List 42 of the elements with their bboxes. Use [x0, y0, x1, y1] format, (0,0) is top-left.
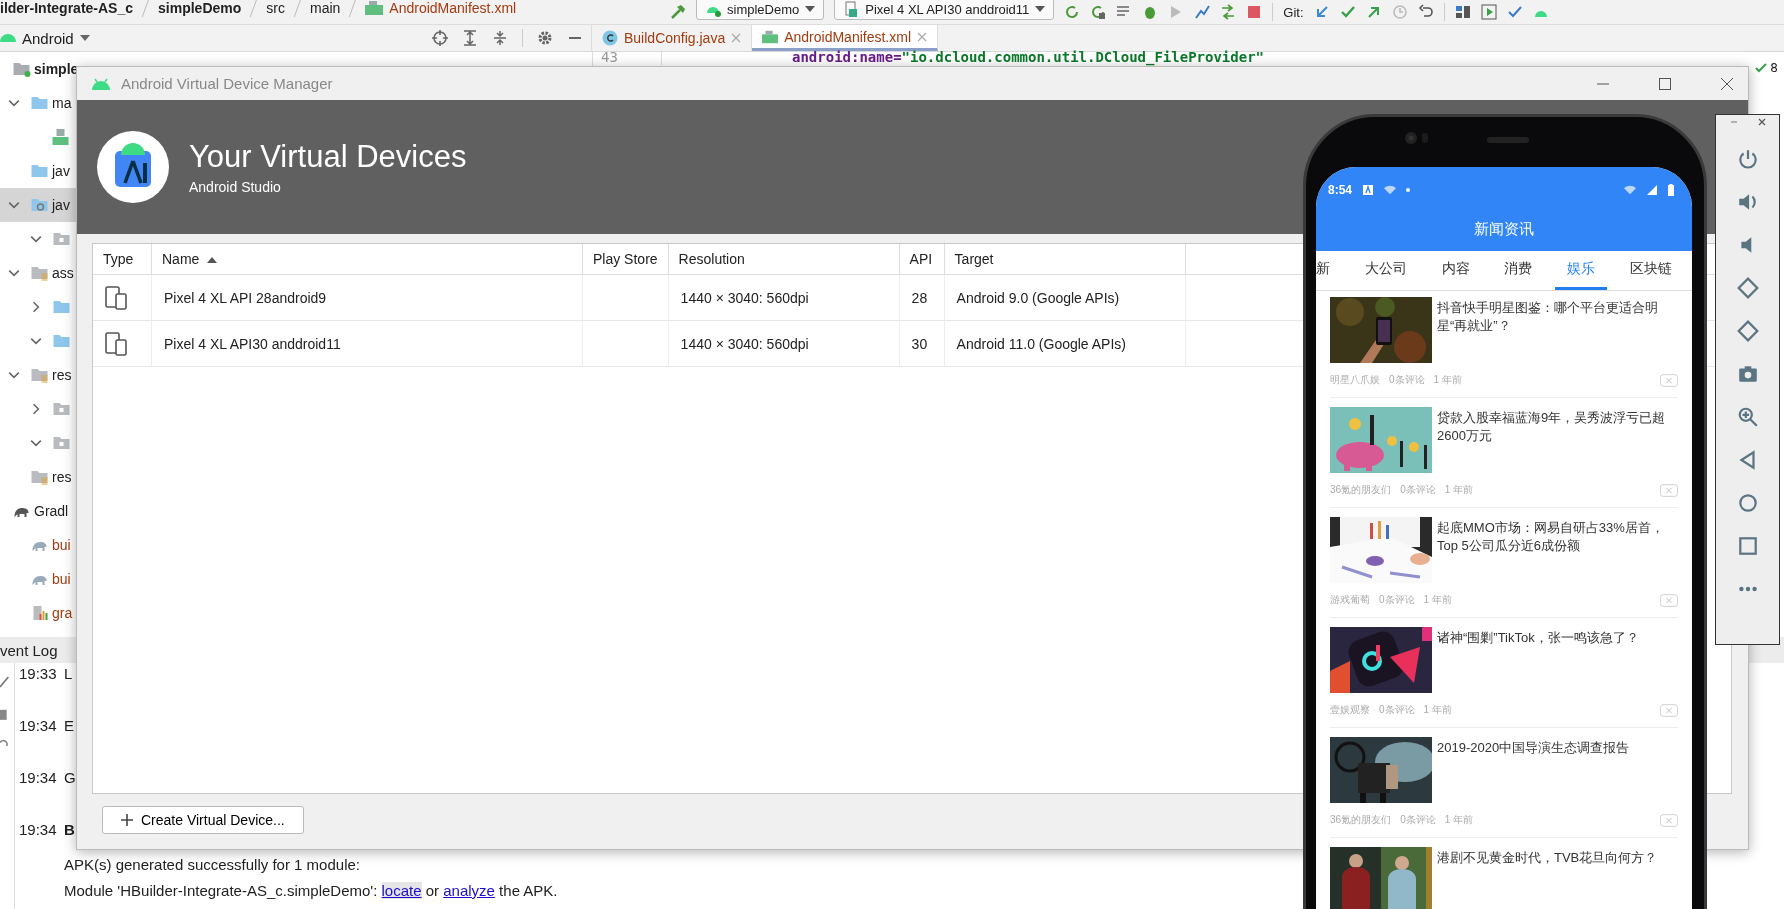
comment-count: 0条评论	[1379, 703, 1415, 717]
page-subheading: Android Studio	[189, 179, 282, 195]
article-source: 36氪的朋友们	[1330, 813, 1392, 827]
page-heading: Your Virtual Devices	[189, 139, 467, 175]
article-time: 1 年前	[1444, 483, 1474, 497]
code-line: android:name="io.dcloud.common.util.DCloud_FileProvider"	[791, 49, 1264, 65]
app-title: 新闻资讯	[1474, 219, 1534, 239]
article-source: 36氪的朋友们	[1330, 483, 1392, 497]
log-title: L	[64, 665, 73, 683]
table-cell: Android 11.0 (Google APIs)	[944, 320, 1186, 367]
comment-count: 0条评论	[1379, 593, 1415, 607]
article-time: 1 年前	[1423, 593, 1452, 607]
line-number: 43	[593, 49, 662, 65]
status-time: 8:54	[1328, 183, 1353, 197]
log-title: E	[64, 717, 74, 735]
log-time: 19:34	[19, 821, 58, 839]
article-source: 游戏葡萄	[1330, 593, 1370, 607]
window-title: Android Virtual Device Manager	[121, 75, 333, 92]
table-cell: Pixel 4 XL API30 anddroid11	[151, 320, 583, 367]
log-time: 19:34	[19, 769, 58, 787]
log-time: 19:34	[19, 717, 58, 735]
article-source: 壹娱观察	[1330, 703, 1370, 717]
log-title: B	[64, 821, 75, 839]
comment-count: 0条评论	[1400, 813, 1436, 827]
article-time: 1 年前	[1423, 703, 1452, 717]
table-cell: Android 9.0 (Google APIs)	[944, 274, 1186, 321]
article-time: 1 年前	[1444, 813, 1474, 827]
table-cell: Pixel 4 XL API 28android9	[151, 274, 583, 321]
log-message: Module 'HBuilder-Integrate-AS_c.simpleDemo': locate or analyze the APK.	[64, 882, 558, 900]
comment-count: 0条评论	[1389, 373, 1425, 387]
table-cell: 30	[899, 320, 945, 367]
table-cell: 28	[899, 274, 945, 321]
panel-title: vent Log	[0, 641, 58, 659]
log-message: APK(s) generated successfully for 1 module:	[64, 856, 361, 874]
log-title: G	[64, 769, 76, 787]
table-cell: 1440 × 3040: 560dpi	[668, 274, 900, 321]
git-label: Git:	[1283, 4, 1304, 20]
article-source: 明星八爪娱	[1330, 373, 1380, 387]
log-time: 19:33	[19, 665, 58, 683]
comment-count: 0条评论	[1400, 483, 1436, 497]
table-cell: 1440 × 3040: 560dpi	[668, 320, 900, 367]
article-time: 1 年前	[1433, 373, 1462, 387]
